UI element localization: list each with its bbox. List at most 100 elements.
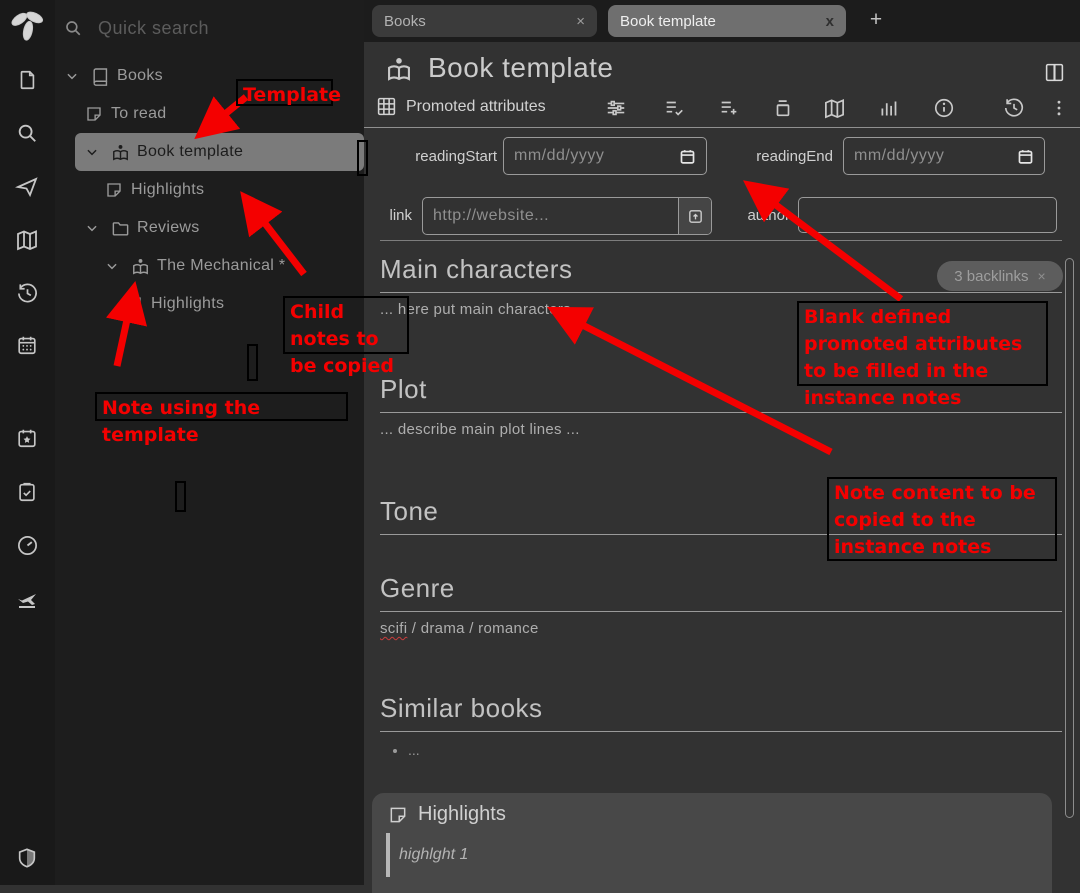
note-icon: [105, 181, 131, 199]
note-title-row: Book template: [364, 50, 1080, 90]
annotation-label-child-notes: Child notes to be copied: [283, 296, 409, 354]
calendar-button calendar-icon[interactable]: [7, 325, 47, 365]
table-grid-icon: [376, 96, 397, 117]
similar-notes-button bar-chart-icon[interactable]: [876, 96, 900, 120]
date-placeholder: mm/dd/yyyy: [514, 147, 604, 165]
included-note-title[interactable]: Highlights: [388, 803, 506, 826]
author-input[interactable]: [798, 197, 1057, 233]
reading-end-label: readingEnd: [737, 148, 833, 165]
search-button search-icon[interactable]: [7, 113, 47, 153]
book-reader-icon: [131, 257, 157, 276]
tasks-button clipboard-check-icon[interactable]: [7, 472, 47, 512]
basic-properties-button sliders-icon[interactable]: [604, 96, 628, 120]
note-map-button map-icon[interactable]: [7, 220, 47, 260]
tab-bar: Books × Book template x +: [364, 0, 1080, 42]
stray-rectangle: [247, 344, 258, 381]
new-tab-button plus-icon[interactable]: +: [862, 6, 890, 34]
link-label: link: [374, 207, 412, 224]
close-icon[interactable]: x: [826, 13, 834, 30]
calendar-icon[interactable]: [679, 148, 696, 165]
search-icon: [64, 19, 82, 37]
tree-item-reviews[interactable]: Reviews: [55, 209, 364, 247]
reading-end-input[interactable]: mm/dd/yyyy: [843, 137, 1045, 175]
tree-item-label: Reviews: [137, 219, 200, 237]
note-icon: [388, 805, 408, 825]
note-title[interactable]: Book template: [428, 52, 614, 84]
tab-label: Books: [384, 13, 426, 30]
tab-label: Book template: [620, 13, 716, 30]
section-body: ... describe main plot lines ...: [380, 421, 1062, 438]
chevron-down-icon[interactable]: [105, 259, 131, 273]
tree-item-highlights[interactable]: Highlights: [55, 171, 364, 209]
calendar-icon[interactable]: [1017, 148, 1034, 165]
bullet-item: ...: [408, 742, 1062, 758]
book-icon: [91, 67, 117, 86]
chevron-down-icon[interactable]: [65, 69, 91, 83]
inherited-attributes-button list-plus-icon[interactable]: [717, 96, 741, 120]
section-heading: Similar books: [380, 693, 1062, 732]
tree-item-book-template[interactable]: Book template: [75, 133, 364, 171]
stray-rectangle: [175, 481, 186, 512]
reading-start-label: readingStart: [394, 148, 497, 165]
revisions-button history-icon[interactable]: [1002, 96, 1026, 120]
close-icon[interactable]: ×: [576, 13, 585, 30]
quick-search-input[interactable]: Quick search: [55, 10, 364, 46]
launcher-bar: [0, 0, 55, 885]
owned-attributes-button list-check-icon[interactable]: [662, 96, 686, 120]
tab-book-template[interactable]: Book template x: [608, 5, 846, 37]
content-scrollbar[interactable]: [1065, 258, 1074, 818]
annotation-label-blank-attributes: Blank defined promoted attributes to be …: [797, 301, 1048, 386]
note-paths-button archive-icon[interactable]: [771, 96, 795, 120]
tree-item-label: Book template: [137, 143, 243, 161]
tree-item-label: Highlights: [151, 295, 224, 313]
new-note-button file-icon[interactable]: [7, 60, 47, 100]
note-menu-button dots-vertical-icon[interactable]: [1047, 96, 1071, 120]
url-placeholder: http://website...: [433, 207, 549, 225]
split-pane-button split-icon[interactable]: [1044, 62, 1065, 83]
tree-item-the-mechanical[interactable]: The Mechanical *: [55, 247, 364, 285]
ribbon: Promoted attributes: [364, 92, 1080, 126]
annotation-label-note-using-template: Note using the template: [95, 392, 348, 421]
included-note-card: Highlights highlght 1: [372, 793, 1052, 893]
chevron-down-icon[interactable]: [85, 145, 111, 159]
note-map-button map-icon[interactable]: [822, 96, 846, 120]
trilium-logo-icon[interactable]: [7, 6, 47, 46]
note-info-button info-icon[interactable]: [932, 96, 956, 120]
note-detail-panel: Book template Promoted attributes readin…: [364, 42, 1080, 885]
included-note-title-text: Highlights: [418, 803, 506, 826]
author-label: author: [736, 207, 790, 224]
dashboard-button gauge-icon[interactable]: [7, 525, 47, 565]
misspelled-word: scifi: [380, 620, 407, 637]
section-heading: Main characters: [380, 254, 1062, 293]
chevron-down-icon[interactable]: [85, 221, 111, 235]
protected-session-button shield-icon[interactable]: [7, 838, 47, 878]
ribbon-tab-promoted-attributes[interactable]: Promoted attributes: [376, 96, 546, 117]
quote-text: highlght 1: [399, 846, 468, 864]
section-similar-books: Similar books ...: [380, 693, 1062, 758]
link-input[interactable]: http://website...: [422, 197, 712, 235]
note-icon: [125, 295, 151, 313]
book-reader-icon[interactable]: [385, 55, 413, 83]
section-body: scifi / drama / romance: [380, 620, 1062, 637]
tree-item-label: Highlights: [131, 181, 204, 199]
open-external-link-button external-link-icon[interactable]: [678, 198, 711, 234]
tree-item-label: The Mechanical *: [157, 257, 285, 275]
stray-rectangle: [357, 140, 368, 176]
tree-item-label: Books: [117, 67, 163, 85]
reading-start-input[interactable]: mm/dd/yyyy: [503, 137, 707, 175]
quick-search-placeholder: Quick search: [98, 18, 209, 39]
recent-changes-button history-icon[interactable]: [7, 273, 47, 313]
annotation-label-note-content: Note content to be copied to the instanc…: [827, 477, 1057, 561]
promoted-attributes-divider: [380, 240, 1062, 241]
tab-books[interactable]: Books ×: [372, 5, 597, 37]
ribbon-tab-label: Promoted attributes: [406, 98, 546, 116]
section-body-rest: / drama / romance: [407, 620, 538, 637]
section-heading: Genre: [380, 573, 1062, 612]
tree-item-label: To read: [111, 105, 166, 123]
date-placeholder: mm/dd/yyyy: [854, 147, 944, 165]
travel-button plane-icon[interactable]: [7, 578, 47, 618]
jump-to-note-button send-icon[interactable]: [7, 167, 47, 207]
section-genre: Genre scifi / drama / romance: [380, 573, 1062, 637]
annotation-label-template: Template: [236, 79, 333, 106]
special-date-button calendar-star-icon[interactable]: [7, 418, 47, 458]
